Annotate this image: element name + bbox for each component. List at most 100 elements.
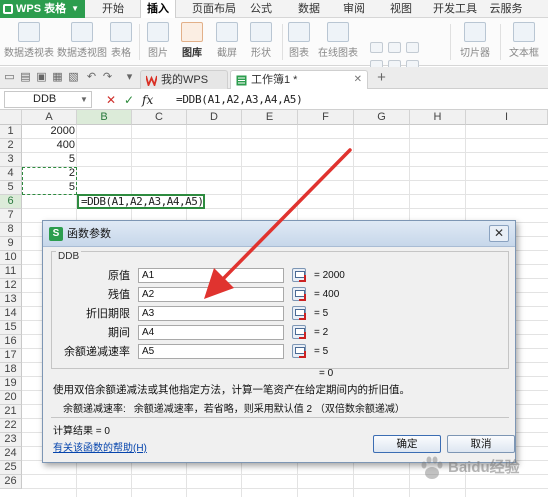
online-chart-button[interactable]: 在线图表 xyxy=(314,22,362,62)
bar-chart-icon[interactable] xyxy=(388,42,401,53)
open-folder-icon[interactable]: ▤ xyxy=(20,72,31,83)
dialog-close-button[interactable]: ✕ xyxy=(489,225,509,242)
row-header[interactable]: 21 xyxy=(0,405,22,419)
tab-home[interactable]: 开始 xyxy=(98,0,128,18)
chevron-down-icon[interactable]: ▼ xyxy=(80,95,88,104)
cell-a2[interactable]: 400 xyxy=(24,139,75,152)
gallery-button[interactable]: 图库 xyxy=(176,22,208,62)
row-header[interactable]: 3 xyxy=(0,153,22,167)
chevron-down-icon[interactable]: ▾ xyxy=(124,72,135,83)
range-picker-icon[interactable] xyxy=(292,287,306,301)
tab-view[interactable]: 视图 xyxy=(387,0,415,18)
cancel-formula-icon[interactable]: ✕ xyxy=(106,92,116,108)
name-box[interactable]: DDB xyxy=(4,91,92,108)
function-arguments-dialog: S 函数参数 ✕ DDB 原值 A1 = 2000 残值 A2 = 400 折旧… xyxy=(42,220,516,463)
undo-icon[interactable]: ↶ xyxy=(86,72,97,83)
column-header[interactable]: B xyxy=(77,110,132,125)
row-header[interactable]: 14 xyxy=(0,307,22,321)
range-picker-icon[interactable] xyxy=(292,325,306,339)
arg-input-period[interactable]: A4 xyxy=(138,325,284,340)
pivot-chart-button[interactable]: 数据透视图 xyxy=(56,22,108,62)
row-header[interactable]: 5 xyxy=(0,181,22,195)
preview-icon[interactable]: ▧ xyxy=(68,72,79,83)
range-picker-icon[interactable] xyxy=(292,268,306,282)
save-icon[interactable]: ▣ xyxy=(36,72,47,83)
arg-input-factor[interactable]: A5 xyxy=(138,344,284,359)
row-header[interactable]: 22 xyxy=(0,419,22,433)
confirm-formula-icon[interactable]: ✓ xyxy=(124,92,134,108)
column-header[interactable]: G xyxy=(354,110,410,125)
dialog-title-bar[interactable]: S 函数参数 ✕ xyxy=(43,221,515,247)
ok-button[interactable]: 确定 xyxy=(373,435,441,453)
argument-description-name: 余额递减速率: xyxy=(63,404,126,415)
function-help-link[interactable]: 有关该函数的帮助(H) xyxy=(53,439,147,454)
app-menu-button[interactable]: WPS 表格 ▼ xyxy=(0,0,85,18)
row-header[interactable]: 26 xyxy=(0,475,22,489)
row-header[interactable]: 6 xyxy=(0,195,22,209)
cell-a3[interactable]: 5 xyxy=(24,153,75,166)
textbox-button[interactable]: 文本框 xyxy=(504,22,544,62)
row-header[interactable]: 2 xyxy=(0,139,22,153)
tab-review[interactable]: 审阅 xyxy=(340,0,368,18)
doc-tab-my-wps[interactable]: 我的WPS xyxy=(140,70,228,89)
row-header[interactable]: 7 xyxy=(0,209,22,223)
row-header[interactable]: 8 xyxy=(0,223,22,237)
print-icon[interactable]: ▦ xyxy=(52,72,63,83)
column-header[interactable]: I xyxy=(466,110,548,125)
row-header[interactable]: 23 xyxy=(0,433,22,447)
new-tab-plus-icon[interactable]: + xyxy=(376,70,387,85)
cancel-button[interactable]: 取消 xyxy=(447,435,515,453)
tab-data[interactable]: 数据 xyxy=(295,0,323,18)
range-picker-icon[interactable] xyxy=(292,306,306,320)
row-header[interactable]: 16 xyxy=(0,335,22,349)
screenshot-button[interactable]: 截屏 xyxy=(212,22,242,62)
line-chart-icon[interactable] xyxy=(370,42,383,53)
tab-insert[interactable]: 插入 xyxy=(140,0,176,18)
column-header[interactable]: F xyxy=(298,110,354,125)
table-button[interactable]: 表格 xyxy=(108,22,134,62)
row-header[interactable]: 19 xyxy=(0,377,22,391)
column-header[interactable]: H xyxy=(410,110,466,125)
shapes-button[interactable]: 形状 xyxy=(246,22,276,62)
row-header[interactable]: 20 xyxy=(0,391,22,405)
doc-tab-workbook[interactable]: 工作簿1 * ✕ xyxy=(230,70,368,89)
row-header[interactable]: 9 xyxy=(0,237,22,251)
arg-input-cost[interactable]: A1 xyxy=(138,268,284,283)
row-header[interactable]: 25 xyxy=(0,461,22,475)
column-header[interactable]: A xyxy=(22,110,77,125)
pivot-table-button[interactable]: 数据透视表 xyxy=(4,22,54,62)
close-icon[interactable]: ✕ xyxy=(354,71,362,89)
slicer-button[interactable]: 切片器 xyxy=(456,22,494,62)
redo-icon[interactable]: ↷ xyxy=(102,72,113,83)
new-file-icon[interactable]: ▭ xyxy=(4,72,15,83)
column-header[interactable]: C xyxy=(132,110,187,125)
row-header[interactable]: 13 xyxy=(0,293,22,307)
pie-chart-icon[interactable] xyxy=(406,42,419,53)
tab-page-layout[interactable]: 页面布局 xyxy=(187,0,241,18)
row-header[interactable]: 15 xyxy=(0,321,22,335)
row-header[interactable]: 24 xyxy=(0,447,22,461)
row-header[interactable]: 10 xyxy=(0,251,22,265)
picture-button[interactable]: 图片 xyxy=(144,22,172,62)
row-header[interactable]: 12 xyxy=(0,279,22,293)
arg-input-salvage[interactable]: A2 xyxy=(138,287,284,302)
formula-input[interactable]: =DDB(A1,A2,A3,A4,A5) xyxy=(172,91,544,108)
arg-input-life[interactable]: A3 xyxy=(138,306,284,321)
row-header[interactable]: 4 xyxy=(0,167,22,181)
slicer-icon xyxy=(464,22,486,42)
chart-button[interactable]: 图表 xyxy=(286,22,312,62)
column-header[interactable]: D xyxy=(187,110,242,125)
row-header[interactable]: 18 xyxy=(0,363,22,377)
range-picker-icon[interactable] xyxy=(292,344,306,358)
column-header[interactable]: E xyxy=(242,110,298,125)
tab-cloud[interactable]: 云服务 xyxy=(486,0,526,18)
row-header[interactable]: 1 xyxy=(0,125,22,139)
cell-b6-active[interactable]: =DDB(A1,A2,A3,A4,A5) xyxy=(77,194,205,209)
tab-formulas[interactable]: 公式 xyxy=(247,0,275,18)
row-header[interactable]: 11 xyxy=(0,265,22,279)
cell-a1[interactable]: 2000 xyxy=(24,125,75,138)
row-header[interactable]: 17 xyxy=(0,349,22,363)
select-all-corner[interactable] xyxy=(0,110,22,125)
insert-function-button[interactable]: fx xyxy=(142,92,153,108)
tab-developer[interactable]: 开发工具 xyxy=(430,0,480,18)
